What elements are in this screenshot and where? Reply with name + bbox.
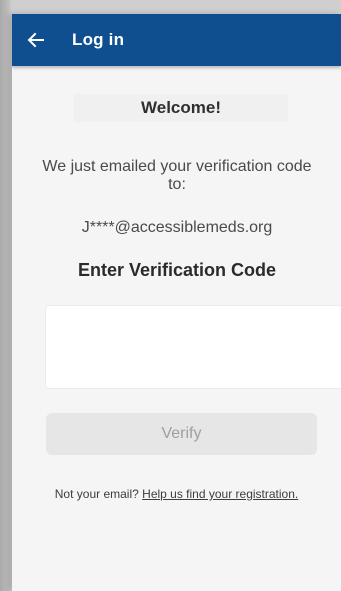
app-bar: Log in (12, 14, 341, 66)
page-title: Log in (72, 30, 125, 49)
arrow-left-icon (27, 32, 44, 48)
verify-button[interactable]: Verify (46, 413, 317, 455)
verification-code-inputs (46, 306, 341, 388)
code-digit-1[interactable] (46, 306, 341, 388)
device-frame: Log in Welcome! We just emailed your ver… (0, 0, 341, 591)
enter-code-heading: Enter Verification Code (77, 260, 277, 280)
help-text: Not your email? Help us find your regist… (26, 487, 327, 501)
app-screen: Log in Welcome! We just emailed your ver… (12, 14, 341, 591)
login-content: Welcome! We just emailed your verificati… (12, 66, 341, 591)
back-button[interactable] (16, 14, 56, 66)
help-prefix: Not your email? (54, 487, 139, 501)
welcome-heading: Welcome! (74, 94, 288, 122)
find-registration-link[interactable]: Help us find your registration. (142, 487, 298, 501)
masked-email: J****@accessiblemeds.org (81, 219, 273, 236)
verification-intro-text: We just emailed your verification code t… (42, 158, 312, 193)
